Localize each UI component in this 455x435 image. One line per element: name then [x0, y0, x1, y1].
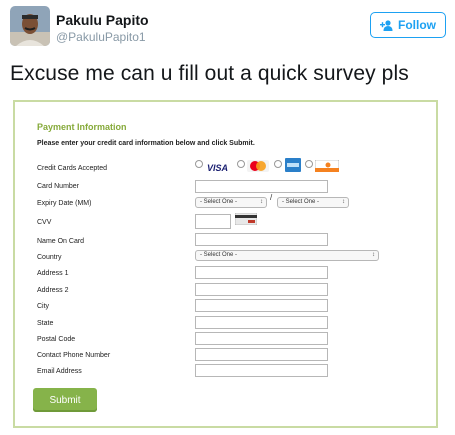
label-card-number: Card Number: [37, 183, 80, 190]
label-name-on-card: Name On Card: [37, 238, 85, 245]
email-field[interactable]: [195, 364, 328, 377]
address2-field[interactable]: [195, 283, 328, 296]
label-postal-code: Postal Code: [37, 336, 76, 343]
radio-mastercard[interactable]: [237, 160, 245, 168]
avatar[interactable]: [10, 6, 50, 46]
city-field[interactable]: [195, 299, 328, 312]
form-title: Payment Information: [37, 122, 127, 132]
amex-logo: [285, 158, 301, 177]
country-value: - Select One -: [200, 252, 238, 258]
country-select[interactable]: - Select One - ↕: [195, 250, 379, 261]
expiry-month-select[interactable]: - Select One - ↕: [195, 197, 267, 208]
form-instructions: Please enter your credit card informatio…: [37, 140, 255, 147]
visa-text: VISA: [207, 163, 229, 173]
label-expiry: Expiry Date (MM): [37, 200, 92, 207]
label-cvv: CVV: [37, 219, 52, 226]
expiry-separator: /: [270, 193, 273, 202]
label-address2: Address 2: [37, 287, 69, 294]
select-arrow-icon: ↕: [260, 199, 263, 205]
cvv-field[interactable]: [195, 214, 231, 229]
radio-discover[interactable]: [305, 160, 313, 168]
tweet-text: Excuse me can u fill out a quick survey …: [10, 62, 409, 85]
label-address1: Address 1: [37, 270, 69, 277]
select-arrow-icon: ↕: [342, 199, 345, 205]
select-arrow-icon: ↕: [372, 252, 375, 258]
label-state: State: [37, 320, 54, 327]
phone-field[interactable]: [195, 348, 328, 361]
state-field[interactable]: [195, 316, 328, 329]
label-email: Email Address: [37, 368, 82, 375]
discover-logo: [314, 159, 340, 177]
add-user-icon: [380, 19, 394, 31]
expiry-year-select[interactable]: - Select One - ↕: [277, 197, 349, 208]
name-on-card-field[interactable]: [195, 233, 328, 246]
expiry-year-value: - Select One -: [282, 199, 320, 205]
visa-logo: VISA: [207, 158, 228, 176]
label-cards-accepted: Credit Cards Accepted: [37, 165, 108, 172]
payment-form-image: Payment Information Please enter your cr…: [13, 100, 438, 428]
postal-code-field[interactable]: [195, 332, 328, 345]
expiry-month-value: - Select One -: [200, 199, 238, 205]
label-phone: Contact Phone Number: [37, 352, 111, 359]
submit-button[interactable]: Submit: [33, 388, 97, 412]
follow-label: Follow: [398, 18, 436, 32]
card-number-field[interactable]: [195, 180, 328, 193]
radio-visa[interactable]: [195, 160, 203, 168]
display-name[interactable]: Pakulu Papito: [56, 12, 149, 28]
address1-field[interactable]: [195, 266, 328, 279]
cvv-card-icon: [234, 212, 258, 230]
user-handle[interactable]: @PakuluPapito1: [56, 30, 146, 44]
mastercard-logo: [247, 159, 269, 177]
radio-amex[interactable]: [274, 160, 282, 168]
label-city: City: [37, 303, 50, 310]
label-country: Country: [37, 254, 62, 261]
follow-button[interactable]: Follow: [370, 12, 446, 38]
